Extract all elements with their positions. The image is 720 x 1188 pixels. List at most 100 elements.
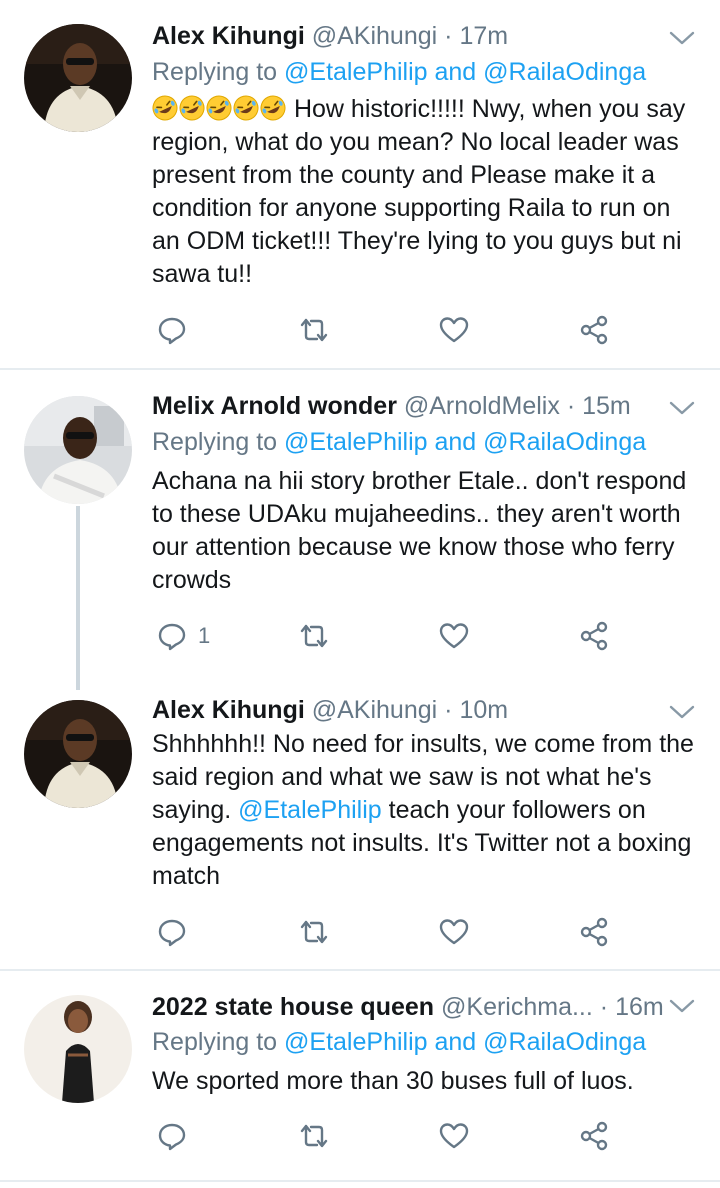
rolling-on-floor-laughing-icon	[152, 95, 178, 121]
reply-icon	[158, 317, 186, 345]
share-icon	[580, 621, 608, 651]
reply-count: 1	[198, 623, 211, 648]
retweet-button[interactable]	[298, 1116, 330, 1156]
tweet-actions	[152, 1116, 632, 1156]
tweet-header: Melix Arnold wonder @ArnoldMelix · 15m	[152, 388, 700, 424]
mention-link[interactable]: @EtalePhilip	[284, 428, 428, 456]
share-icon	[580, 315, 608, 345]
replying-to-label: Replying to	[152, 1028, 278, 1056]
mention-link[interactable]: @EtalePhilip	[284, 58, 428, 86]
timestamp[interactable]: 15m	[582, 392, 631, 420]
like-button[interactable]	[438, 912, 470, 952]
replying-and[interactable]: and	[435, 1028, 477, 1056]
mention-link[interactable]: @EtalePhilip	[284, 1028, 428, 1056]
rolling-on-floor-laughing-icon	[233, 95, 259, 121]
user-handle[interactable]: @AKihungi	[312, 22, 437, 50]
retweet-icon	[300, 624, 328, 648]
reply-icon	[158, 623, 186, 651]
replying-to-line: Replying to @EtalePhilip and @RailaOding…	[152, 426, 646, 458]
heart-icon	[439, 919, 469, 945]
heart-icon	[439, 1123, 469, 1149]
avatar[interactable]	[24, 700, 132, 808]
display-name[interactable]: Melix Arnold wonder	[152, 392, 397, 420]
share-button[interactable]	[578, 310, 610, 350]
tweet-3[interactable]: Alex Kihungi @AKihungi · 10m Shhhhhh!! N…	[0, 680, 720, 968]
emoji-row	[152, 95, 294, 123]
separator-dot: ·	[566, 392, 576, 420]
tweet-actions	[152, 912, 632, 952]
rolling-on-floor-laughing-icon	[206, 95, 232, 121]
display-name[interactable]: Alex Kihungi	[152, 22, 305, 50]
rolling-on-floor-laughing-icon	[260, 95, 286, 121]
reply-button[interactable]	[156, 310, 198, 350]
avatar-image	[24, 396, 132, 504]
mention-link[interactable]: @RailaOdinga	[483, 1028, 646, 1056]
reply-icon	[158, 919, 186, 947]
mention-link[interactable]: @RailaOdinga	[483, 58, 646, 86]
display-name[interactable]: 2022 state house queen	[152, 993, 434, 1021]
tweet-1[interactable]: Alex Kihungi @AKihungi · 17m Replying to…	[0, 0, 720, 366]
mention-link[interactable]: @EtalePhilip	[238, 796, 382, 824]
heart-icon	[439, 317, 469, 343]
timestamp[interactable]: 10m	[459, 696, 508, 724]
replying-and[interactable]: and	[435, 58, 477, 86]
retweet-button[interactable]	[298, 616, 330, 656]
chevron-down-icon[interactable]	[668, 28, 696, 48]
avatar[interactable]	[24, 396, 132, 504]
separator-dot: ·	[599, 993, 609, 1021]
avatar[interactable]	[24, 24, 132, 132]
tweet-text-after: teach your followers on engagements not …	[152, 796, 692, 890]
avatar-image	[24, 24, 132, 132]
reply-button[interactable]: 1	[156, 616, 210, 656]
share-button[interactable]	[578, 1116, 610, 1156]
separator-dot: ·	[444, 22, 453, 50]
replying-to-label: Replying to	[152, 58, 278, 86]
avatar-image	[24, 995, 132, 1103]
tweet-header: Alex Kihungi @AKihungi · 17m	[152, 18, 700, 54]
tweet-4[interactable]: 2022 state house queen @Kerichma... · 16…	[0, 971, 720, 1188]
timestamp[interactable]: 16m	[615, 993, 664, 1021]
avatar[interactable]	[24, 995, 132, 1103]
thread-connector	[76, 506, 80, 690]
user-handle[interactable]: @Kerichma...	[441, 993, 593, 1021]
like-button[interactable]	[438, 1116, 470, 1156]
user-handle[interactable]: @AKihungi	[312, 696, 437, 724]
separator-dot: ·	[444, 696, 453, 724]
reply-button[interactable]	[156, 1116, 198, 1156]
like-button[interactable]	[438, 616, 470, 656]
share-button[interactable]	[578, 912, 610, 952]
reply-icon	[158, 1123, 186, 1151]
timestamp[interactable]: 17m	[459, 22, 508, 50]
tweet-text: We sported more than 30 buses full of lu…	[152, 1067, 634, 1095]
tweet-actions: 1	[152, 616, 632, 656]
tweet-text: How historic!!!!! Nwy, when you say regi…	[152, 93, 702, 291]
like-button[interactable]	[438, 310, 470, 350]
tweet-actions	[152, 310, 632, 350]
replying-and[interactable]: and	[435, 428, 477, 456]
avatar-image	[24, 700, 132, 808]
retweet-button[interactable]	[298, 310, 330, 350]
chevron-down-icon[interactable]	[668, 702, 696, 722]
retweet-icon	[300, 1124, 328, 1148]
share-icon	[580, 1121, 608, 1151]
tweet-2[interactable]: Melix Arnold wonder @ArnoldMelix · 15m R…	[0, 370, 720, 690]
chevron-down-icon[interactable]	[668, 996, 696, 1016]
user-handle[interactable]: @ArnoldMelix	[404, 392, 560, 420]
rolling-on-floor-laughing-icon	[179, 95, 205, 121]
replying-to-line: Replying to @EtalePhilip and @RailaOding…	[152, 56, 646, 88]
replying-to-label: Replying to	[152, 428, 278, 456]
tweet-text-content: How historic!!!!! Nwy, when you say regi…	[152, 95, 686, 288]
display-name[interactable]: Alex Kihungi	[152, 696, 305, 724]
tweet-text: Shhhhhh!! No need for insults, we come f…	[152, 728, 702, 893]
tweet-feed: Alex Kihungi @AKihungi · 17m Replying to…	[0, 0, 720, 1188]
chevron-down-icon[interactable]	[668, 398, 696, 418]
mention-link[interactable]: @RailaOdinga	[483, 428, 646, 456]
tweet-header: Alex Kihungi @AKihungi · 10m	[152, 692, 700, 728]
retweet-button[interactable]	[298, 912, 330, 952]
heart-icon	[439, 623, 469, 649]
tweet-text: Achana na hii story brother Etale.. don'…	[152, 467, 687, 594]
retweet-icon	[300, 318, 328, 342]
reply-button[interactable]	[156, 912, 198, 952]
share-button[interactable]	[578, 616, 610, 656]
tweet-divider	[0, 1180, 720, 1182]
